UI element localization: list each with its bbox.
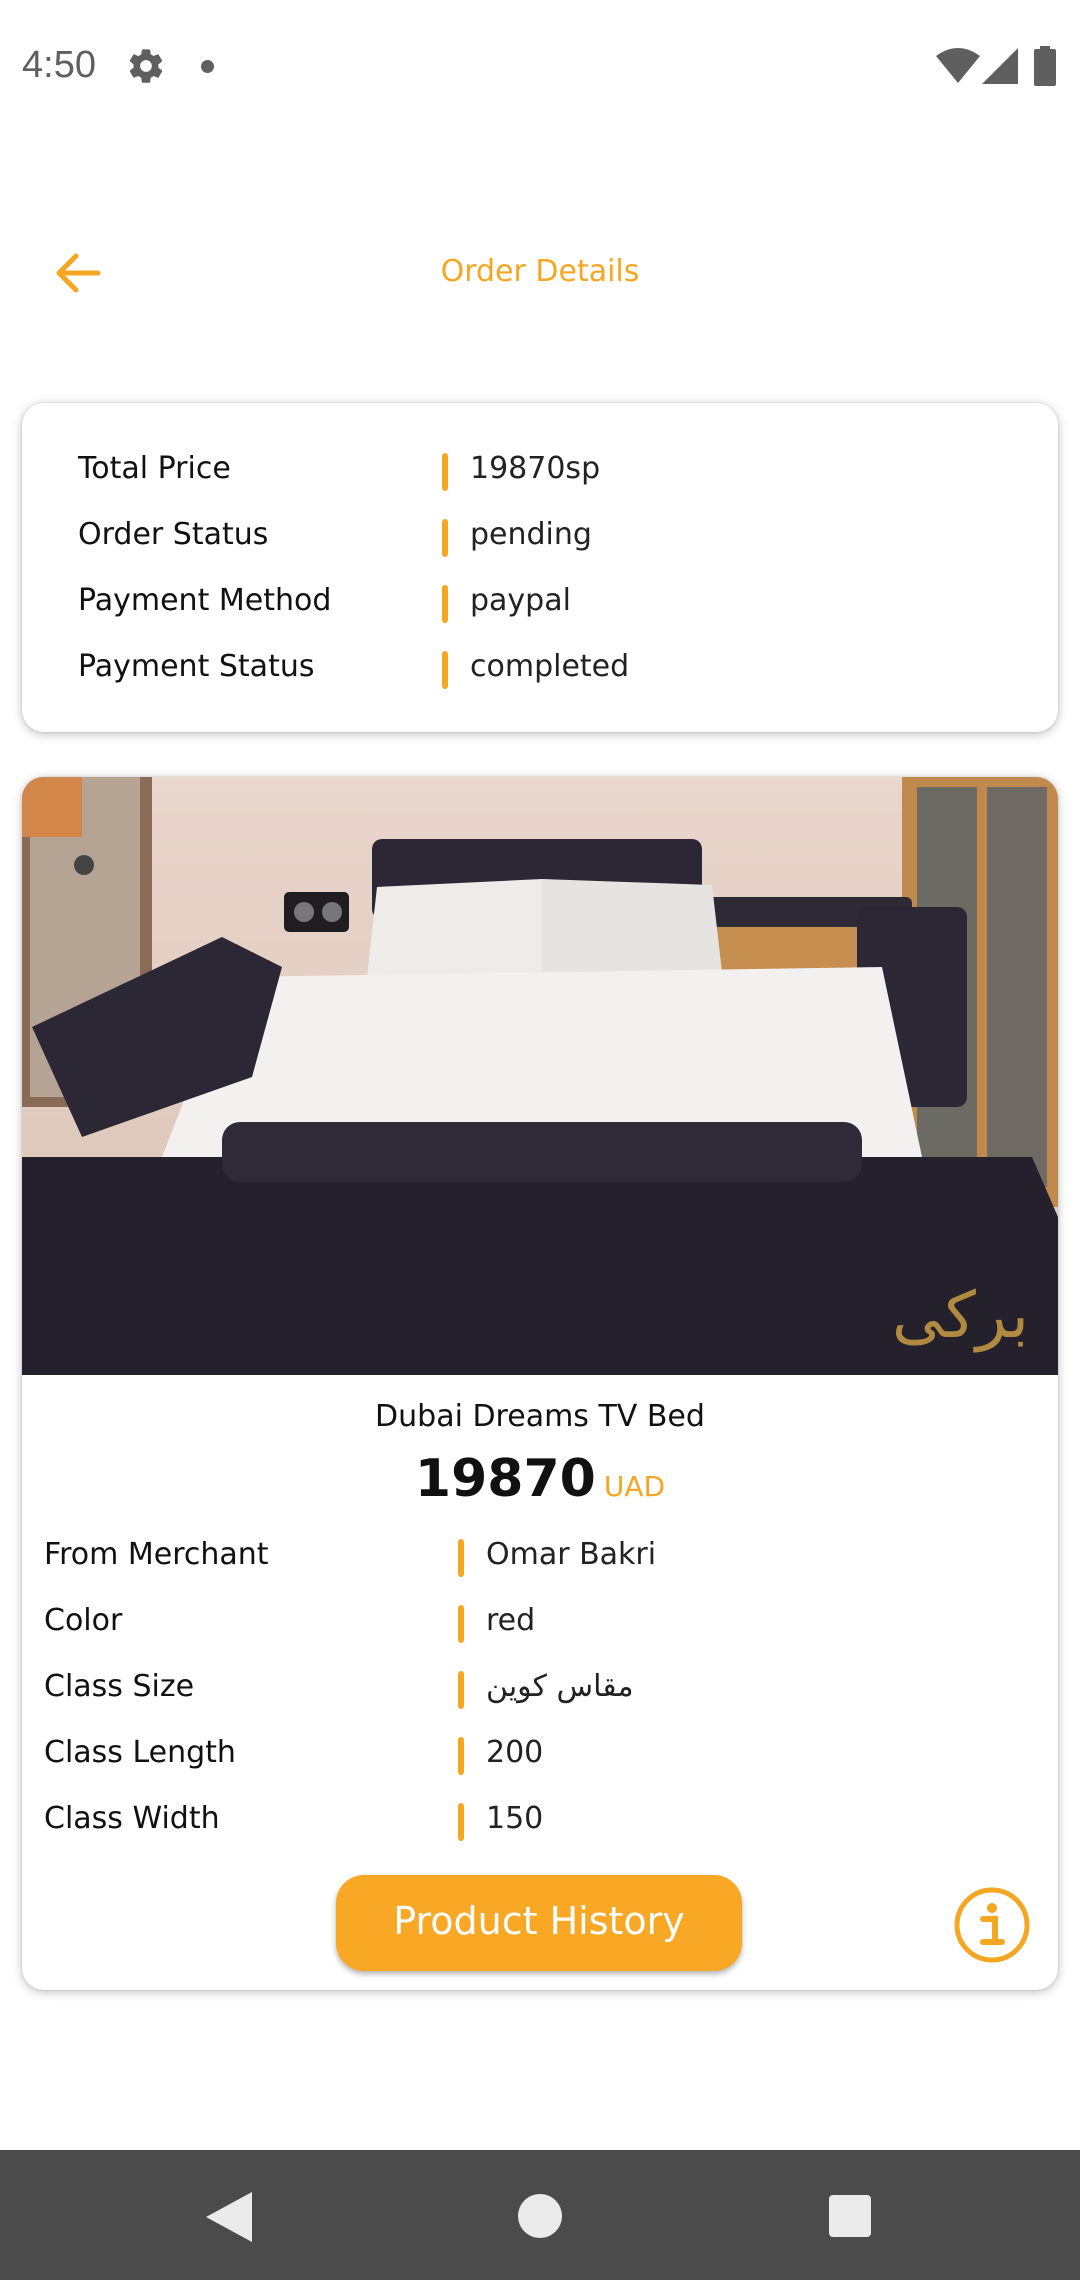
product-card: برکی Dubai Dreams TV Bed 19870 UAD From M… <box>22 777 1058 1990</box>
row-separator <box>442 519 448 557</box>
row-separator <box>442 585 448 623</box>
row-value: 200 <box>486 1735 544 1770</box>
row-separator <box>458 1605 464 1643</box>
row-separator <box>458 1803 464 1841</box>
detail-row-class-width: Class Width 150 <box>44 1795 1024 1843</box>
nav-home-icon[interactable] <box>518 2194 562 2238</box>
row-value: 19870sp <box>470 451 601 486</box>
row-value: مقاس كوين <box>486 1669 634 1704</box>
row-label: Color <box>44 1603 123 1638</box>
row-value: 150 <box>486 1801 544 1836</box>
row-value: pending <box>470 517 592 552</box>
row-label: Payment Method <box>78 583 332 618</box>
row-separator <box>458 1539 464 1577</box>
detail-row-class-size: Class Size مقاس كوين <box>44 1663 1024 1711</box>
row-label: Class Length <box>44 1735 236 1770</box>
order-summary-card: Total Price 19870sp Order Status pending… <box>22 403 1058 732</box>
summary-row-total-price: Total Price 19870sp <box>78 445 1058 493</box>
detail-row-class-length: Class Length 200 <box>44 1729 1024 1777</box>
wifi-icon <box>936 48 980 83</box>
row-label: Class Size <box>44 1669 195 1704</box>
system-nav-bar <box>0 2150 1080 2280</box>
summary-row-payment-status: Payment Status completed <box>78 643 1058 691</box>
page-title: Order Details <box>440 254 640 289</box>
notification-dot-icon <box>201 60 214 73</box>
row-label: Class Width <box>44 1801 220 1836</box>
row-separator <box>442 453 448 491</box>
row-value: completed <box>470 649 630 684</box>
product-name: Dubai Dreams TV Bed <box>375 1399 705 1434</box>
row-value: red <box>486 1603 536 1638</box>
row-separator <box>442 651 448 689</box>
battery-icon <box>1034 46 1056 86</box>
nav-back-icon[interactable] <box>204 2190 254 2244</box>
summary-row-payment-method: Payment Method paypal <box>78 577 1058 625</box>
status-bar: 4:50 <box>0 0 1080 132</box>
price-currency: UAD <box>603 1470 666 1503</box>
summary-row-order-status: Order Status pending <box>78 511 1058 559</box>
row-separator <box>458 1671 464 1709</box>
nav-recents-icon[interactable] <box>829 2195 871 2237</box>
row-label: From Merchant <box>44 1537 269 1572</box>
detail-row-color: Color red <box>44 1597 1024 1645</box>
signal-icon <box>982 48 1018 84</box>
row-label: Total Price <box>78 451 231 486</box>
price-value: 19870 <box>414 1449 596 1509</box>
info-icon[interactable] <box>952 1885 1032 1965</box>
row-label: Payment Status <box>78 649 315 684</box>
row-value: Omar Bakri <box>486 1537 657 1572</box>
status-time: 4:50 <box>22 44 96 86</box>
row-label: Order Status <box>78 517 269 552</box>
product-history-button[interactable]: Product History <box>336 1875 742 1971</box>
gear-icon <box>129 49 163 83</box>
row-separator <box>458 1737 464 1775</box>
detail-row-merchant: From Merchant Omar Bakri <box>44 1531 1024 1579</box>
row-value: paypal <box>470 583 571 618</box>
svg-text:برکی: برکی <box>892 1279 1029 1353</box>
product-image: برکی <box>22 777 1058 1375</box>
product-price: 19870 UAD <box>22 1449 1058 1509</box>
